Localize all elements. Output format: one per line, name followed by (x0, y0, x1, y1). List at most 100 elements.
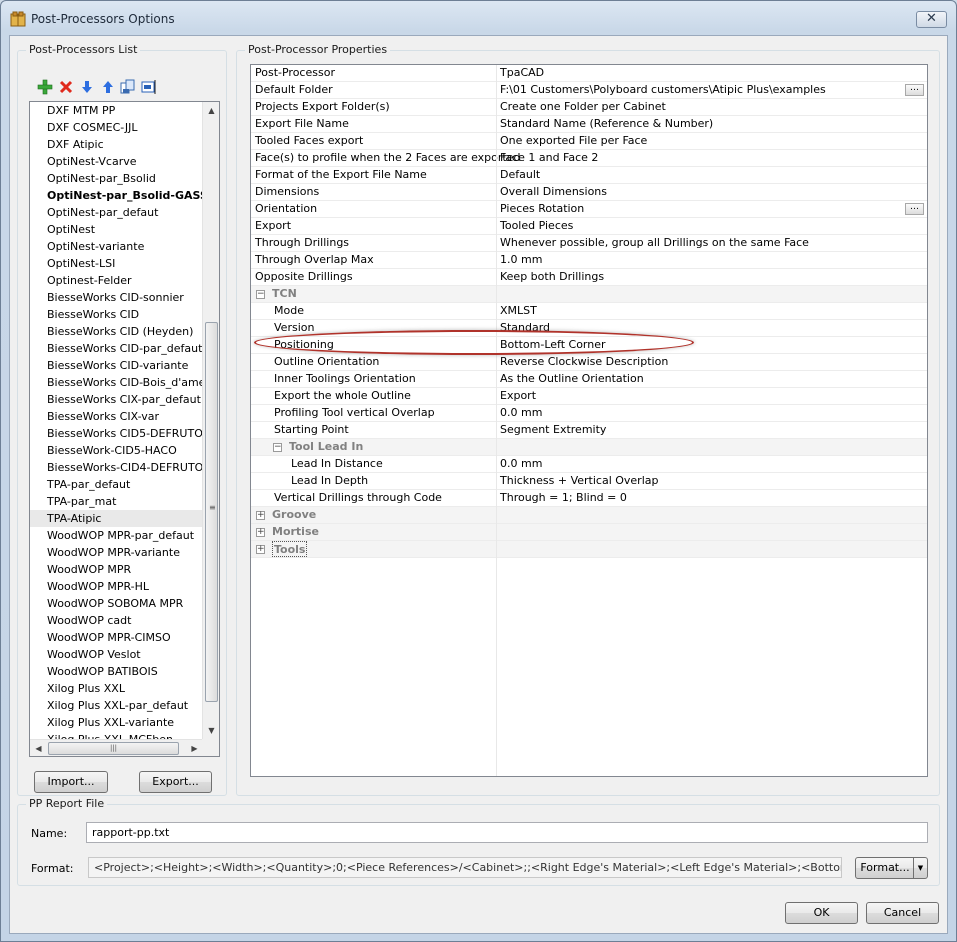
move-down-icon[interactable] (79, 79, 95, 95)
property-row[interactable]: Opposite Drillings Keep both Drillings (251, 269, 927, 286)
property-row[interactable]: Lead In Distance 0.0 mm (251, 456, 927, 473)
post-processors-listbox[interactable]: DXF MTM PP DXF COSMEC-JJL DXF Atipic OptiNe… (29, 101, 220, 757)
scroll-thumb[interactable]: ≡ (205, 322, 218, 702)
property-value[interactable]: Create one Folder per Cabinet (500, 99, 666, 115)
close-button[interactable]: ✕ (916, 11, 947, 28)
property-grid[interactable]: Post-Processor TpaCAD Default Folder F:\01 … (250, 64, 928, 777)
property-category-row[interactable]: − Tool Lead In (251, 439, 927, 456)
property-value[interactable]: F:\01 Customers\Polyboard customers\Atip… (500, 82, 826, 98)
list-item[interactable]: BiesseWorks CIX-var (30, 408, 203, 425)
property-row[interactable]: Through Overlap Max 1.0 mm (251, 252, 927, 269)
scroll-down-arrow-icon[interactable]: ▼ (203, 722, 219, 739)
list-item[interactable]: Xilog Plus XXL (30, 680, 203, 697)
list-item[interactable]: BiesseWorks CID-par_defaut (30, 340, 203, 357)
property-row[interactable]: Default Folder F:\01 Customers\Polyboard … (251, 82, 927, 99)
property-value[interactable]: Default (500, 167, 540, 183)
list-item[interactable]: TPA-par_mat (30, 493, 203, 510)
list-item[interactable]: BiesseWorks CID (30, 306, 203, 323)
list-item[interactable]: TPA-Atipic (30, 510, 203, 527)
ellipsis-button[interactable]: … (905, 84, 924, 96)
format-button[interactable]: Format... (855, 857, 915, 879)
list-item[interactable]: BiesseWorks CID-sonnier (30, 289, 203, 306)
property-row[interactable]: Export Tooled Pieces (251, 218, 927, 235)
property-value[interactable]: Face 1 and Face 2 (500, 150, 598, 166)
property-value[interactable]: Pieces Rotation (500, 201, 584, 217)
property-row[interactable]: Vertical Drillings through Code Through =… (251, 490, 927, 507)
export-button[interactable]: Export... (139, 771, 212, 793)
list-item[interactable]: WoodWOP SOBOMA MPR (30, 595, 203, 612)
list-item[interactable]: OptiNest (30, 221, 203, 238)
list-item[interactable]: WoodWOP MPR-par_defaut (30, 527, 203, 544)
property-value[interactable]: Through = 1; Blind = 0 (500, 490, 627, 506)
property-row[interactable]: Format of the Export File Name Default (251, 167, 927, 184)
copy-icon[interactable] (120, 79, 136, 95)
property-category-row[interactable]: + Mortise (251, 524, 927, 541)
expand-icon[interactable]: + (256, 545, 265, 554)
property-row[interactable]: Export File Name Standard Name (Reference… (251, 116, 927, 133)
scroll-up-arrow-icon[interactable]: ▲ (203, 102, 219, 119)
ellipsis-button[interactable]: … (905, 203, 924, 215)
property-category-row[interactable]: + Groove (251, 507, 927, 524)
collapse-icon[interactable]: − (273, 443, 282, 452)
property-value[interactable]: 1.0 mm (500, 252, 542, 268)
list-item[interactable]: OptiNest-par_Bsolid (30, 170, 203, 187)
scroll-left-arrow-icon[interactable]: ◀ (30, 740, 47, 756)
list-item[interactable]: WoodWOP MPR-HL (30, 578, 203, 595)
property-value[interactable]: Standard Name (Reference & Number) (500, 116, 713, 132)
list-item[interactable]: WoodWOP MPR-variante (30, 544, 203, 561)
report-name-field[interactable]: rapport-pp.txt (86, 822, 928, 843)
list-item[interactable]: WoodWOP MPR-CIMSO (30, 629, 203, 646)
list-item[interactable]: BiesseWorks CIX-par_defaut (30, 391, 203, 408)
rename-icon[interactable] (141, 79, 157, 95)
property-category-row[interactable]: + Tools (251, 541, 927, 558)
ok-button[interactable]: OK (785, 902, 858, 924)
property-value[interactable]: Export (500, 388, 536, 404)
list-item[interactable]: OptiNest-Vcarve (30, 153, 203, 170)
list-item[interactable]: OptiNest-LSI (30, 255, 203, 272)
property-row[interactable]: Post-Processor TpaCAD (251, 65, 927, 82)
list-item[interactable]: BiesseWorks CID (Heyden) (30, 323, 203, 340)
list-item[interactable]: BiesseWorks-CID4-DEFRUTOS (30, 459, 203, 476)
move-up-icon[interactable] (100, 79, 116, 95)
grid-column-divider[interactable] (496, 65, 497, 776)
list-item[interactable]: Xilog Plus XXL-MCFben (30, 731, 203, 739)
add-icon[interactable] (37, 79, 53, 95)
property-value[interactable]: Reverse Clockwise Description (500, 354, 668, 370)
list-item[interactable]: WoodWOP BATIBOIS (30, 663, 203, 680)
property-row[interactable]: Through Drillings Whenever possible, grou… (251, 235, 927, 252)
list-horizontal-scrollbar[interactable]: ◀ ||| ▶ (30, 739, 203, 756)
list-item[interactable]: WoodWOP MPR (30, 561, 203, 578)
list-item[interactable]: Xilog Plus XXL-par_defaut (30, 697, 203, 714)
expand-icon[interactable]: + (256, 511, 265, 520)
list-item[interactable]: DXF MTM PP (30, 102, 203, 119)
delete-icon[interactable] (58, 79, 74, 95)
list-item[interactable]: BiesseWorks CID-Bois_d'ame (30, 374, 203, 391)
property-row[interactable]: Starting Point Segment Extremity (251, 422, 927, 439)
hscroll-thumb[interactable]: ||| (48, 742, 179, 755)
list-item[interactable]: TPA-par_defaut (30, 476, 203, 493)
property-row[interactable]: Export the whole Outline Export (251, 388, 927, 405)
list-item[interactable]: OptiNest-variante (30, 238, 203, 255)
collapse-icon[interactable]: − (256, 290, 265, 299)
property-row[interactable]: Projects Export Folder(s) Create one Fold… (251, 99, 927, 116)
property-row[interactable]: Lead In Depth Thickness + Vertical Overla… (251, 473, 927, 490)
scroll-right-arrow-icon[interactable]: ▶ (186, 740, 203, 756)
property-row[interactable]: Mode XMLST (251, 303, 927, 320)
title-bar[interactable]: Post-Processors Options ✕ (1, 1, 956, 35)
property-value[interactable]: Whenever possible, group all Drillings o… (500, 235, 809, 251)
list-item[interactable]: BiesseWorks CID-variante (30, 357, 203, 374)
property-value[interactable]: Thickness + Vertical Overlap (500, 473, 659, 489)
property-value[interactable]: As the Outline Orientation (500, 371, 644, 387)
property-value[interactable]: XMLST (500, 303, 537, 319)
list-item[interactable]: WoodWOP Veslot (30, 646, 203, 663)
property-category-row[interactable]: − TCN (251, 286, 927, 303)
list-vertical-scrollbar[interactable]: ▲ ≡ ▼ (202, 102, 219, 739)
property-row[interactable]: Tooled Faces export One exported File per… (251, 133, 927, 150)
format-dropdown-arrow-icon[interactable]: ▼ (913, 857, 928, 879)
list-item[interactable]: WoodWOP cadt (30, 612, 203, 629)
property-value[interactable]: Keep both Drillings (500, 269, 604, 285)
list-item[interactable]: Optinest-Felder (30, 272, 203, 289)
property-row[interactable]: Inner Toolings Orientation As the Outline… (251, 371, 927, 388)
cancel-button[interactable]: Cancel (866, 902, 939, 924)
property-value[interactable]: 0.0 mm (500, 456, 542, 472)
